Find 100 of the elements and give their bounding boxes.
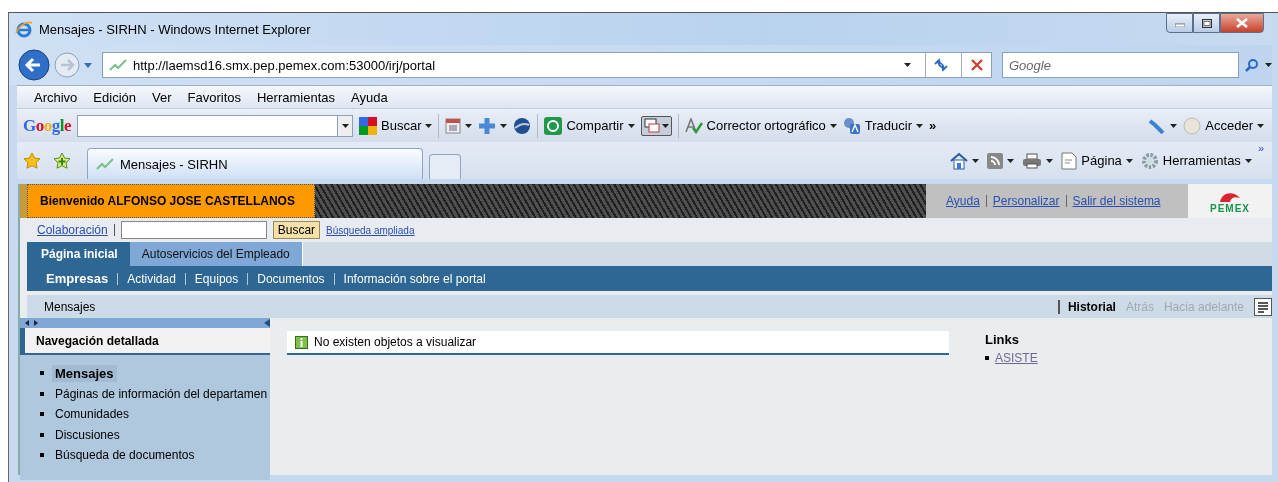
wrench-button[interactable] [1148,117,1178,134]
address-field[interactable]: http://laemsd16.smx.pep.pemex.com:53000/irj/portal [102,52,992,78]
caret-icon[interactable] [1125,158,1133,163]
caret-icon[interactable] [1265,63,1272,67]
logo-text: PEMEX [1210,202,1250,214]
caret-icon[interactable] [627,123,635,128]
spellcheck-button[interactable]: Corrector ortográfico [684,117,837,134]
gear-icon [1140,151,1159,170]
caret-icon[interactable] [425,123,433,128]
dropdown-button[interactable] [337,114,353,137]
caret-icon[interactable] [341,123,349,128]
page-menu-button[interactable]: Página [1061,151,1133,170]
toolbar-search-field[interactable] [77,114,337,137]
print-button[interactable] [1022,152,1054,169]
refresh-icon [932,58,949,72]
caret-icon[interactable] [465,123,473,128]
menu-item[interactable]: Edición [86,87,143,107]
more-commands-button[interactable]: » [1257,142,1264,154]
caret-icon[interactable] [1257,123,1264,128]
navigation-title: Navegación detallada [20,328,270,355]
page-title: Mensajes [44,299,96,314]
browser-logo-icon [15,20,33,38]
menu-item[interactable]: Archivo [27,87,85,107]
close-button[interactable] [1220,13,1264,33]
search-field[interactable]: Google [1002,52,1239,78]
navigation-item[interactable]: Búsqueda de documentos [52,447,198,464]
history-menu[interactable]: Historial [1057,299,1116,314]
window-menu-button[interactable] [445,117,473,134]
caret-icon[interactable] [661,123,669,128]
navigation-item[interactable]: Mensajes [52,364,117,382]
navigation-item[interactable]: Páginas de información del departamen [52,385,271,402]
translate-icon [842,116,861,135]
welcome-banner: Bienvenido ALFONSO JOSE CASTELLANOS [27,184,315,218]
caret-icon[interactable] [916,123,923,128]
feeds-button[interactable] [987,152,1015,169]
caret-icon[interactable] [972,158,980,163]
page-favicon-icon [96,157,114,171]
caret-icon[interactable] [1170,123,1178,128]
bullet-icon [985,356,989,360]
header-link[interactable]: Salir del sistema [1065,195,1167,207]
bullet-icon [40,412,44,417]
search-button[interactable]: Buscar [359,116,433,135]
window-title: Mensajes - SIRHN - Windows Internet Explorer [39,21,311,37]
search-icon[interactable] [1245,58,1259,72]
advanced-search-link[interactable]: Búsqueda ampliada [326,224,415,236]
bullet-icon [40,432,44,437]
add-favorite-icon[interactable] [53,151,71,170]
sub-nav-link[interactable]: Documentos [247,272,334,285]
sub-nav-link[interactable]: Equipos [184,272,248,285]
sub-nav-link[interactable]: Empresas [37,272,118,285]
header-link[interactable]: Personalizar [985,195,1066,207]
menu-item[interactable]: Ayuda [344,87,395,107]
portal-search-field[interactable] [120,221,267,239]
bullet-icon [40,371,44,376]
sign-in-button[interactable]: Acceder [1183,116,1264,135]
arrow-right-icon[interactable] [33,320,39,326]
menu-item[interactable]: Ver [145,87,179,107]
back-button[interactable] [18,49,50,81]
message-text: No existen objetos a visualizar [314,335,477,349]
collapse-icon[interactable] [264,319,270,327]
header-link[interactable]: Ayuda [940,195,986,207]
portal-tab[interactable]: Autoservicios del Empleado [129,242,303,266]
google-logo: Google [23,115,71,136]
sub-nav-link[interactable]: Información sobre el portal [333,272,495,285]
browser-tab[interactable]: Mensajes - SIRHN [87,148,423,179]
caret-icon[interactable] [903,63,911,67]
menu-item[interactable]: Favoritos [180,87,248,107]
caret-icon[interactable] [1244,158,1252,163]
share-button[interactable]: Compartir [544,116,635,135]
caret-icon[interactable] [500,123,508,128]
translate-button[interactable]: Traducir [842,116,923,135]
arrow-left-icon[interactable] [24,320,30,326]
home-icon [950,151,969,170]
share-icon [544,116,563,135]
plus-icon [478,116,497,135]
favorites-star-icon[interactable] [23,151,41,170]
minimize-button[interactable] [1166,13,1193,33]
portal-tab[interactable]: Página inicial [29,242,130,266]
menu-item[interactable]: Herramientas [250,87,342,107]
maximize-button[interactable] [1193,13,1220,33]
caret-icon[interactable] [1046,158,1054,163]
monitor-icon [643,117,660,134]
page-menu-icon[interactable] [1254,297,1272,316]
link[interactable]: ASISTE [995,351,1038,365]
monitor-button[interactable] [640,115,672,136]
avatar-circle-icon [1183,116,1202,135]
tools-menu-button[interactable]: Herramientas [1140,151,1252,170]
globe-icon[interactable] [513,116,532,135]
home-button[interactable] [950,151,980,170]
window-icon [445,117,462,134]
navigation-item[interactable]: Comunidades [52,406,133,423]
close-icon [1236,18,1248,28]
collaboration-link[interactable]: Colaboración [37,223,108,237]
sub-nav-link[interactable]: Actividad [117,272,185,285]
plus-button[interactable] [478,116,508,135]
caret-icon[interactable] [829,123,837,128]
search-button[interactable]: Buscar [272,221,321,239]
navigation-item[interactable]: Discusiones [52,426,123,443]
more-tools-button[interactable]: » [929,118,937,133]
caret-icon[interactable] [1007,158,1015,163]
